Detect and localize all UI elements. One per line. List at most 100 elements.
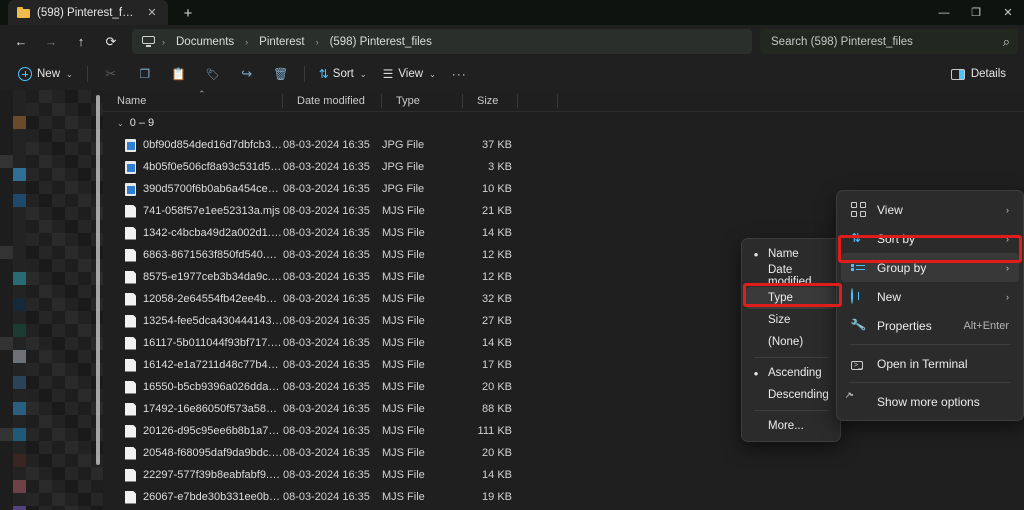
rename-button[interactable]: 🏷 bbox=[196, 61, 230, 87]
table-row[interactable]: 0bf90d854ded16d7dbfcb3cff8800c0a.jpg08-0… bbox=[103, 134, 1024, 156]
file-date: 08-03-2024 16:35 bbox=[283, 139, 382, 151]
menu-item-sort-by[interactable]: ⇅Sort by› bbox=[841, 224, 1019, 253]
menu-item-label: Properties bbox=[877, 319, 953, 333]
breadcrumb-item-pinterest[interactable]: Pinterest bbox=[253, 34, 310, 50]
file-date: 08-03-2024 16:35 bbox=[283, 293, 382, 305]
sort-option-type[interactable]: Type bbox=[746, 287, 836, 309]
copy-button[interactable]: ❐ bbox=[128, 61, 162, 87]
close-icon[interactable]: ✕ bbox=[142, 4, 162, 22]
file-name-cell: 6863-8671563f850fd540.mjs bbox=[103, 249, 283, 262]
file-name-cell: 26067-e7bde30b331ee0bb.mjs bbox=[103, 491, 283, 504]
search-icon[interactable]: ⌕ bbox=[1003, 34, 1010, 50]
table-row[interactable]: 20126-d95c95ee6b8b1a74.mjs08-03-2024 16:… bbox=[103, 420, 1024, 442]
navigation-pane-tile bbox=[78, 415, 91, 428]
navigation-pane-tile bbox=[0, 415, 13, 428]
table-row[interactable]: 26067-e7bde30b331ee0bb.mjs08-03-2024 16:… bbox=[103, 486, 1024, 508]
menu-item-view[interactable]: View› bbox=[841, 195, 1019, 224]
table-row[interactable]: 4b05f0e506cf8a93c531d52d9afbd69d.jpg08-0… bbox=[103, 156, 1024, 178]
menu-item-open-in-terminal[interactable]: >_Open in Terminal bbox=[841, 349, 1019, 378]
delete-button[interactable]: 🗑 bbox=[264, 61, 298, 87]
up-icon[interactable]: ↑ bbox=[66, 29, 96, 55]
view-button[interactable]: ☰ View ⌄ bbox=[375, 61, 444, 87]
forward-icon[interactable]: → bbox=[36, 29, 66, 55]
sort-by-submenu[interactable]: •NameDate modifiedTypeSize(None) •Ascendi… bbox=[741, 238, 841, 442]
search-box[interactable]: ⌕ bbox=[760, 29, 1018, 54]
chevron-right-icon: › bbox=[1006, 292, 1009, 302]
column-header-name[interactable]: Name ⌃ bbox=[103, 90, 283, 112]
new-button[interactable]: New ⌄ bbox=[10, 61, 81, 87]
refresh-icon[interactable]: ⟳ bbox=[96, 29, 126, 55]
table-row[interactable]: 22297-577f39b8eabfabf9.mjs08-03-2024 16:… bbox=[103, 464, 1024, 486]
file-name-cell: 1342-c4bcba49d2a002d1.mjs bbox=[103, 227, 283, 240]
navigation-pane-tile bbox=[26, 207, 39, 220]
navigation-pane-tile bbox=[13, 272, 26, 285]
sort-option-size[interactable]: Size bbox=[746, 309, 836, 331]
navigation-pane-tile bbox=[78, 402, 91, 415]
menu-item-show-more-options[interactable]: Show more options bbox=[841, 387, 1019, 416]
navigation-pane-tile bbox=[13, 493, 26, 506]
file-name: 741-058f57e1ee52313a.mjs bbox=[143, 205, 280, 217]
navigation-pane[interactable] bbox=[0, 90, 103, 510]
navigation-pane-tile bbox=[65, 272, 78, 285]
navigation-pane-tile bbox=[65, 207, 78, 220]
navigation-pane-tile bbox=[78, 272, 91, 285]
sort-option-ascending[interactable]: •Ascending bbox=[746, 362, 836, 384]
context-menu[interactable]: View›⇅Sort by›Group by›New›🔧PropertiesAl… bbox=[836, 190, 1024, 421]
navigation-pane-tile bbox=[26, 194, 39, 207]
navigation-pane-tile bbox=[65, 506, 78, 510]
breadcrumb-item-current[interactable]: (598) Pinterest_files bbox=[324, 34, 438, 50]
sort-option-descending[interactable]: Descending bbox=[746, 384, 836, 406]
more-options-button[interactable]: ··· bbox=[444, 61, 475, 87]
navigation-pane-tile bbox=[13, 376, 26, 389]
file-date: 08-03-2024 16:35 bbox=[283, 425, 382, 437]
file-type: MJS File bbox=[382, 205, 463, 217]
share-button[interactable]: ↪ bbox=[230, 61, 264, 87]
back-icon[interactable]: ← bbox=[6, 29, 36, 55]
details-pane-button[interactable]: Details bbox=[943, 61, 1014, 87]
navigation-pane-scrollbar[interactable] bbox=[96, 95, 100, 465]
file-type: MJS File bbox=[382, 337, 463, 349]
menu-item-properties[interactable]: 🔧PropertiesAlt+Enter bbox=[841, 311, 1019, 340]
minimize-icon[interactable]: — bbox=[928, 0, 960, 25]
breadcrumb[interactable]: › Documents › Pinterest › (598) Pinteres… bbox=[132, 29, 752, 54]
menu-item-group-by[interactable]: Group by› bbox=[841, 253, 1019, 282]
new-tab-button[interactable]: + bbox=[174, 2, 202, 24]
file-name: 6863-8671563f850fd540.mjs bbox=[143, 249, 283, 261]
chevron-down-icon: ⌄ bbox=[360, 70, 367, 79]
tab-pinterest-files[interactable]: (598) Pinterest_files ✕ bbox=[8, 0, 168, 25]
close-window-icon[interactable]: ✕ bbox=[992, 0, 1024, 25]
navigation-pane-tile bbox=[65, 441, 78, 454]
sort-option-more-[interactable]: More... bbox=[746, 415, 836, 437]
menu-item-new[interactable]: New› bbox=[841, 282, 1019, 311]
breadcrumb-item-documents[interactable]: Documents bbox=[170, 34, 240, 50]
group-header[interactable]: ⌄ 0 – 9 bbox=[103, 112, 1024, 134]
navigation-pane-tile bbox=[65, 220, 78, 233]
sort-option-name[interactable]: •Name bbox=[746, 243, 836, 265]
cut-button[interactable]: ✂ bbox=[94, 61, 128, 87]
navigation-pane-tile bbox=[91, 493, 103, 506]
navigation-pane-tile bbox=[78, 441, 91, 454]
sort-option-date-modified[interactable]: Date modified bbox=[746, 265, 836, 287]
navigation-pane-tile bbox=[39, 272, 52, 285]
navigation-pane-tile bbox=[26, 467, 39, 480]
navigation-pane-tile bbox=[26, 259, 39, 272]
maximize-icon[interactable]: ❐ bbox=[960, 0, 992, 25]
sort-button[interactable]: ⇅ Sort ⌄ bbox=[311, 61, 375, 87]
navigation-pane-tile bbox=[65, 155, 78, 168]
navigation-pane-tile bbox=[26, 415, 39, 428]
navigation-pane-tile bbox=[52, 376, 65, 389]
paste-button[interactable]: 📋 bbox=[162, 61, 196, 87]
navigation-pane-tile bbox=[39, 285, 52, 298]
column-header-type[interactable]: Type bbox=[382, 90, 463, 112]
navigation-pane-tile bbox=[26, 363, 39, 376]
navigation-pane-tile bbox=[26, 376, 39, 389]
navigation-pane-tile bbox=[39, 311, 52, 324]
navigation-pane-tile bbox=[0, 363, 13, 376]
column-header-size[interactable]: Size bbox=[463, 90, 518, 112]
this-pc-icon[interactable] bbox=[142, 36, 155, 47]
navigation-pane-tile bbox=[78, 493, 91, 506]
table-row[interactable]: 20548-f68095daf9da9bdc.mjs08-03-2024 16:… bbox=[103, 442, 1024, 464]
sort-option--none-[interactable]: (None) bbox=[746, 331, 836, 353]
column-header-date-modified[interactable]: Date modified bbox=[283, 90, 382, 112]
search-input[interactable] bbox=[771, 36, 997, 48]
